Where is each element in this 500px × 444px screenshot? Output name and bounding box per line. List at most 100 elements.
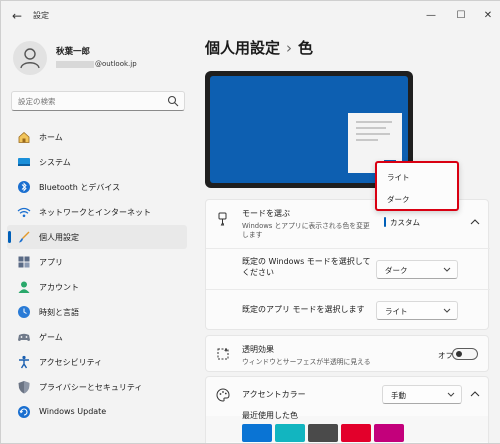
time-language-icon <box>18 306 30 318</box>
main-content: 個人用設定›色 モードを選ぶ Windows とアプリに表示される色を変更 <box>193 31 500 443</box>
app-mode-row: 既定のアプリ モードを選択します ライト <box>206 289 490 330</box>
windows-mode-value: ダーク <box>385 266 408 275</box>
sidebar-item-label: アプリ <box>39 258 63 267</box>
sidebar-item-accessibility[interactable]: アクセシビリティ <box>7 350 187 374</box>
sidebar-item-accounts[interactable]: アカウント <box>7 275 187 299</box>
personalization-icon <box>19 231 30 243</box>
app-title: 設定 <box>33 11 49 20</box>
sidebar-item-label: プライバシーとセキュリティ <box>39 383 143 392</box>
sidebar-item-label: Bluetooth とデバイス <box>39 183 121 192</box>
color-swatch[interactable] <box>275 424 305 442</box>
mode-option-dark[interactable]: ダーク <box>387 194 410 205</box>
color-swatch[interactable] <box>308 424 338 442</box>
sidebar-item-label: アカウント <box>39 283 79 292</box>
settings-window: ← 設定 — ☐ ✕ 秋葉一郎 @outlook.jp 設定の検索 ホーム シス… <box>0 0 500 444</box>
transparency-title: 透明効果 <box>242 345 274 354</box>
app-mode-dropdown[interactable]: ライト <box>376 301 458 320</box>
page-title: 色 <box>298 39 314 57</box>
user-email-domain: @outlook.jp <box>95 60 137 68</box>
breadcrumb: 個人用設定 › 色 <box>205 37 313 58</box>
mode-selected-indicator <box>384 217 386 227</box>
avatar[interactable] <box>13 41 47 75</box>
windows-mode-row: 既定の Windows モードを選択して ください ダーク <box>206 248 490 289</box>
mode-card: モードを選ぶ Windows とアプリに表示される色を変更 します カスタム 既… <box>205 199 490 330</box>
breadcrumb-separator: › <box>286 39 293 57</box>
sidebar-item-home[interactable]: ホーム <box>7 125 187 149</box>
sidebar-item-privacy-security[interactable]: プライバシーとセキュリティ <box>7 375 187 399</box>
recent-colors-label: 最近使用した色 <box>242 411 298 420</box>
toggle-knob <box>456 351 462 357</box>
breadcrumb-parent[interactable]: 個人用設定 <box>205 39 280 57</box>
sidebar-item-gaming[interactable]: ゲーム <box>7 325 187 349</box>
chevron-up-icon[interactable] <box>468 215 482 229</box>
sidebar-item-windows-update[interactable]: Windows Update <box>7 400 187 424</box>
color-swatch[interactable] <box>242 424 272 442</box>
sidebar-item-label: ゲーム <box>39 333 63 342</box>
brush-icon <box>218 212 227 226</box>
transparency-state-label: オフ <box>438 351 453 360</box>
sidebar-item-time-language[interactable]: 時刻と言語 <box>7 300 187 324</box>
recent-colors-section: 最近使用した色 <box>205 411 489 442</box>
user-name: 秋葉一郎 <box>56 47 91 57</box>
accent-title: アクセントカラー <box>242 390 306 399</box>
chevron-up-icon[interactable] <box>468 387 482 401</box>
windows-update-icon <box>18 406 30 418</box>
app-mode-label: 既定のアプリ モードを選択します <box>242 305 365 314</box>
sidebar: 秋葉一郎 @outlook.jp ホーム シス <box>1 31 193 443</box>
sidebar-item-label: Windows Update <box>39 407 107 416</box>
color-swatch[interactable] <box>341 424 371 442</box>
sidebar-item-label: アクセシビリティ <box>39 358 103 367</box>
sidebar-item-label: 個人用設定 <box>39 233 79 242</box>
mode-title: モードを選ぶ <box>242 209 290 218</box>
gaming-icon <box>18 333 30 341</box>
apps-icon <box>18 256 30 268</box>
accessibility-icon <box>19 355 29 369</box>
user-icon <box>20 48 40 69</box>
accent-dropdown[interactable]: 手動 <box>382 385 462 404</box>
email-blur <box>56 60 94 68</box>
color-swatch[interactable] <box>374 424 404 442</box>
mode-description-line2: します <box>242 231 263 239</box>
transparency-card: 透明効果 ウィンドウとサーフェスが半透明に見える オフ <box>205 335 489 372</box>
mode-dropdown[interactable]: カスタム <box>382 213 462 232</box>
chevron-down-icon <box>447 392 455 397</box>
mode-options-popup: ライト ダーク <box>375 161 459 211</box>
back-arrow-icon[interactable]: ← <box>7 6 27 26</box>
windows-mode-label-line2: ください <box>242 268 274 277</box>
privacy-security-icon <box>18 381 30 394</box>
account-icon <box>18 281 30 293</box>
transparency-icon <box>217 348 229 360</box>
chevron-down-icon <box>443 308 451 313</box>
close-button[interactable]: ✕ <box>478 6 498 26</box>
sidebar-item-label: 時刻と言語 <box>39 308 79 317</box>
network-icon <box>17 207 31 218</box>
sidebar-item-system[interactable]: システム <box>7 150 187 174</box>
transparency-toggle[interactable] <box>452 348 478 360</box>
bluetooth-icon <box>18 181 30 193</box>
home-icon <box>18 131 30 143</box>
windows-mode-dropdown[interactable]: ダーク <box>376 260 458 279</box>
sidebar-item-apps[interactable]: アプリ <box>7 250 187 274</box>
maximize-button[interactable]: ☐ <box>451 6 471 26</box>
sidebar-item-network[interactable]: ネットワークとインターネット <box>7 200 187 224</box>
search-icon[interactable] <box>167 95 179 107</box>
sidebar-item-label: システム <box>39 158 71 167</box>
sidebar-item-personalization[interactable]: 個人用設定 <box>7 225 187 249</box>
search-input[interactable] <box>18 95 168 108</box>
minimize-button[interactable]: — <box>421 6 441 26</box>
windows-mode-label-line1: 既定の Windows モードを選択して <box>242 257 371 266</box>
transparency-description: ウィンドウとサーフェスが半透明に見える <box>242 358 371 366</box>
search-box[interactable] <box>11 91 185 111</box>
system-icon <box>18 158 30 166</box>
title-bar: ← 設定 — ☐ ✕ <box>1 1 500 31</box>
sidebar-item-label: ホーム <box>39 133 63 142</box>
accent-value: 手動 <box>391 391 406 400</box>
app-mode-value: ライト <box>385 307 408 316</box>
palette-icon <box>216 388 230 402</box>
nav-list: ホーム システム Bluetooth とデバイス ネットワークとインターネット … <box>7 125 187 425</box>
chevron-down-icon <box>443 267 451 272</box>
sidebar-item-bluetooth[interactable]: Bluetooth とデバイス <box>7 175 187 199</box>
user-email: @outlook.jp <box>56 60 137 68</box>
mode-value: カスタム <box>390 218 420 227</box>
mode-option-light[interactable]: ライト <box>387 172 410 183</box>
